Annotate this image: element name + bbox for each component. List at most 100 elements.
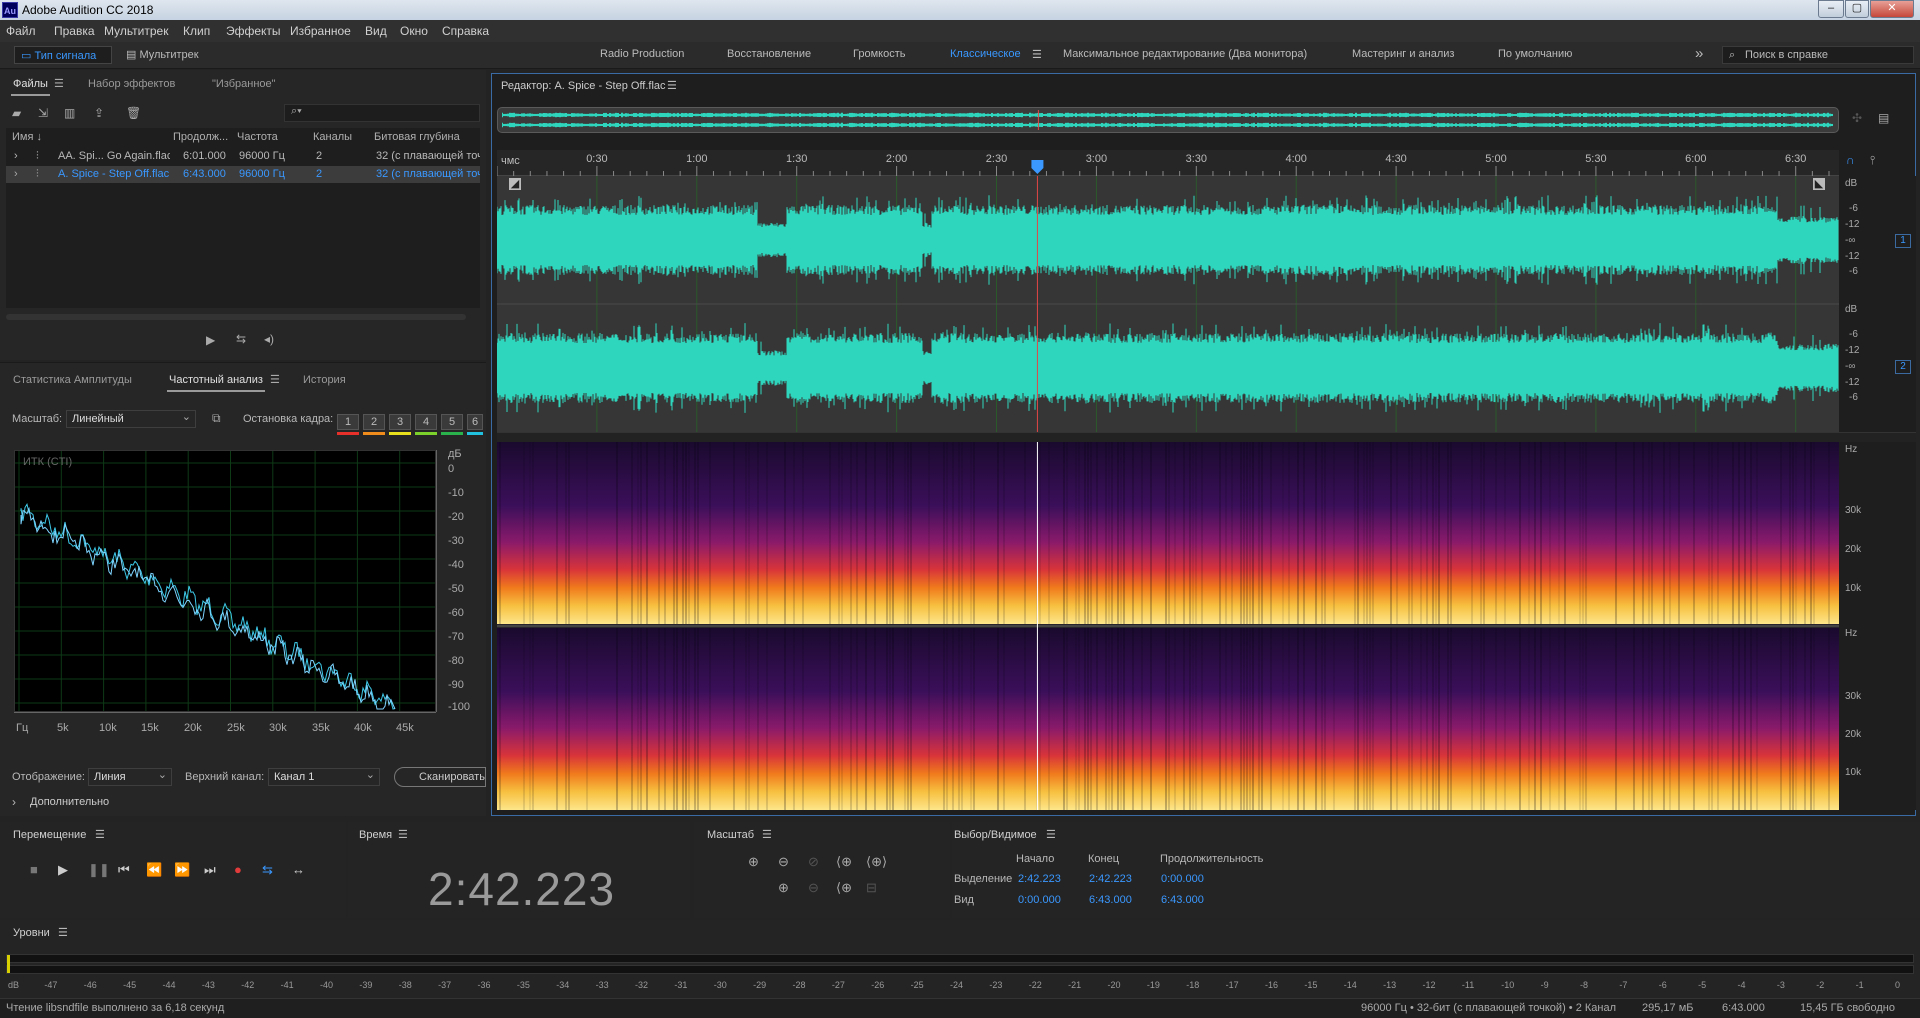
- tab-frequency-analysis[interactable]: Частотный анализ: [167, 374, 265, 392]
- menu-file[interactable]: Файл: [6, 24, 36, 38]
- new-file-icon[interactable]: ▥: [64, 106, 75, 120]
- levels-menu-icon[interactable]: ☰: [58, 926, 68, 939]
- col-bit-depth[interactable]: Битовая глубина: [374, 131, 460, 143]
- workspace-menu-icon[interactable]: ☰: [1032, 48, 1042, 61]
- top-channel-select[interactable]: Канал 1: [268, 767, 380, 786]
- expand-chevron-icon[interactable]: ›: [14, 168, 24, 180]
- zoom-to-selection-icon[interactable]: ⟨⊕: [836, 880, 852, 896]
- scan-button[interactable]: Сканировать: [394, 767, 486, 787]
- zoom-out-amplitude-icon[interactable]: ⊖: [778, 854, 789, 870]
- playhead-handle[interactable]: [1031, 160, 1044, 174]
- snap-magnet-icon[interactable]: ∩: [1846, 153, 1855, 167]
- zoom-reset-icon[interactable]: ⊟: [866, 880, 877, 896]
- col-channels[interactable]: Каналы: [313, 131, 352, 143]
- zoom-toggle-icon[interactable]: ✣: [1852, 111, 1862, 125]
- workspace-max-editing[interactable]: Максимальное редактирование (Два монитор…: [1063, 48, 1307, 60]
- insert-into-multitrack-icon[interactable]: ⇪: [94, 106, 104, 120]
- freeze-slot-4[interactable]: 4: [415, 414, 437, 430]
- file-search-input[interactable]: ⌕▾: [284, 104, 480, 122]
- tab-history[interactable]: История: [303, 374, 346, 386]
- scale-select[interactable]: Линейный: [66, 409, 196, 428]
- zoom-out-full-icon[interactable]: ⊘: [808, 854, 819, 870]
- expand-chevron-icon[interactable]: ›: [14, 150, 24, 162]
- delete-file-icon[interactable]: 🗑: [126, 106, 141, 120]
- menu-favorites[interactable]: Избранное: [290, 24, 351, 38]
- preview-play-icon[interactable]: ▶: [206, 333, 215, 347]
- multitrack-view-button[interactable]: ▤ Мультитрек: [126, 46, 216, 64]
- files-panel-menu-icon[interactable]: ☰: [54, 77, 64, 90]
- rewind-button[interactable]: ⏪: [146, 862, 162, 878]
- spectral-area[interactable]: [497, 442, 1839, 810]
- col-rate[interactable]: Частота: [237, 131, 278, 143]
- zoom-in-at-end-icon[interactable]: ⟨⊕⟩: [866, 854, 887, 870]
- files-horizontal-scrollbar[interactable]: [6, 314, 466, 320]
- workspace-restoration[interactable]: Восстановление: [727, 48, 811, 60]
- fade-out-handle-icon[interactable]: ◣: [1813, 178, 1825, 190]
- channel-2-badge[interactable]: 2: [1895, 360, 1911, 374]
- minimize-button[interactable]: –: [1818, 0, 1844, 18]
- menu-edit[interactable]: Правка: [54, 24, 95, 38]
- zoom-in-frequency-icon[interactable]: ⊕: [778, 880, 789, 896]
- view-duration-value[interactable]: 6:43.000: [1161, 894, 1204, 906]
- time-menu-icon[interactable]: ☰: [398, 828, 408, 841]
- display-select[interactable]: Линия: [88, 767, 172, 786]
- time-display[interactable]: 2:42.223: [428, 862, 615, 916]
- overview-scrollbar[interactable]: [497, 107, 1839, 133]
- play-button[interactable]: ▶: [58, 862, 68, 878]
- view-end-value[interactable]: 6:43.000: [1089, 894, 1132, 906]
- zoom-in-amplitude-icon[interactable]: ⊕: [748, 854, 759, 870]
- selection-start-value[interactable]: 2:42.223: [1018, 873, 1061, 885]
- loop-button[interactable]: ⇆: [262, 862, 273, 878]
- advanced-toggle[interactable]: Дополнительно: [30, 796, 109, 808]
- menu-multitrack[interactable]: Мультитрек: [104, 24, 168, 38]
- selection-menu-icon[interactable]: ☰: [1046, 828, 1056, 841]
- menu-effects[interactable]: Эффекты: [226, 24, 281, 38]
- maximize-button[interactable]: ▢: [1845, 0, 1869, 18]
- freeze-frame-icon[interactable]: ⧉: [212, 411, 221, 426]
- waveform-area[interactable]: [497, 176, 1839, 432]
- menu-window[interactable]: Окно: [400, 24, 428, 38]
- preview-autoplay-icon[interactable]: ◂): [264, 332, 274, 346]
- tab-favorites[interactable]: "Избранное": [212, 78, 276, 90]
- to-start-button[interactable]: ⏮: [118, 862, 130, 878]
- zoom-menu-icon[interactable]: ☰: [762, 828, 772, 841]
- editor-menu-icon[interactable]: ☰: [667, 79, 677, 92]
- tab-effects-rack[interactable]: Набор эффектов: [88, 78, 175, 90]
- freeze-slot-1[interactable]: 1: [337, 414, 359, 430]
- freeze-slot-2[interactable]: 2: [363, 414, 385, 430]
- selection-duration-value[interactable]: 0:00.000: [1161, 873, 1204, 885]
- zoom-in-at-start-icon[interactable]: ⟨⊕: [836, 854, 852, 870]
- workspace-radio-production[interactable]: Radio Production: [600, 48, 684, 60]
- workspace-default[interactable]: По умолчанию: [1498, 48, 1572, 60]
- pin-icon[interactable]: ⫯: [1870, 153, 1875, 168]
- open-file-icon[interactable]: ▰: [12, 106, 21, 120]
- panel-layout-icon[interactable]: ▤: [1878, 111, 1889, 125]
- stop-button[interactable]: ■: [30, 862, 38, 877]
- close-window-button[interactable]: ✕: [1870, 0, 1914, 18]
- view-start-value[interactable]: 0:00.000: [1018, 894, 1061, 906]
- skip-selection-button[interactable]: ↔: [292, 862, 305, 877]
- zoom-out-frequency-icon[interactable]: ⊖: [808, 880, 819, 896]
- workspace-classic[interactable]: Классическое: [950, 48, 1021, 60]
- col-duration[interactable]: Продолж...: [173, 131, 228, 143]
- pause-button[interactable]: ❚❚: [88, 862, 110, 878]
- advanced-chevron-icon[interactable]: ›: [12, 795, 16, 809]
- freeze-slot-3[interactable]: 3: [389, 414, 411, 430]
- menu-clip[interactable]: Клип: [183, 24, 210, 38]
- menu-help[interactable]: Справка: [442, 24, 489, 38]
- record-button[interactable]: ●: [234, 862, 242, 877]
- menu-view[interactable]: Вид: [365, 24, 387, 38]
- waveform-view-button[interactable]: ▭ Тип сигнала: [14, 46, 112, 64]
- fast-forward-button[interactable]: ⏩: [174, 862, 190, 878]
- preview-loop-icon[interactable]: ⇆: [236, 332, 246, 346]
- channel-1-badge[interactable]: 1: [1895, 234, 1911, 248]
- tab-amplitude-statistics[interactable]: Статистика Амплитуды: [13, 374, 132, 386]
- more-workspaces-button[interactable]: »: [1695, 45, 1703, 62]
- file-row[interactable]: › ⫶ A. Spice - Step Off.flac 6:43.000 96…: [6, 166, 480, 183]
- tab-files[interactable]: Файлы: [11, 78, 50, 96]
- freeze-slot-5[interactable]: 5: [441, 414, 463, 430]
- freeze-slot-6[interactable]: 6: [467, 414, 483, 430]
- import-file-icon[interactable]: ⇲: [38, 106, 48, 120]
- view-splitter[interactable]: [497, 432, 1916, 442]
- analysis-panel-menu-icon[interactable]: ☰: [270, 373, 280, 386]
